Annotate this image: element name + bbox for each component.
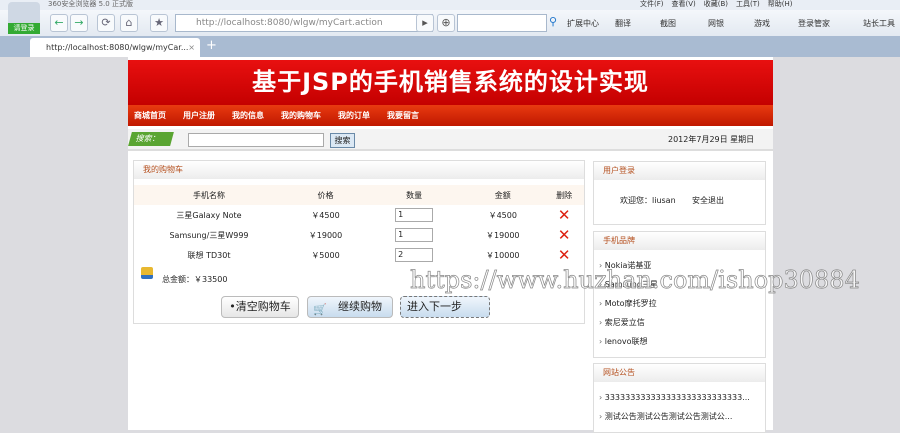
refresh-button[interactable]: ⟳ — [97, 14, 115, 32]
tab-mycart[interactable]: http://localhost:8080/wlgw/myCar... × — [30, 38, 200, 57]
notice-title: 网站公告 — [594, 364, 765, 382]
home-button[interactable]: ⌂ — [120, 14, 138, 32]
menu-tools[interactable]: 工具(T) — [736, 0, 760, 9]
qty-input[interactable]: 2 — [395, 248, 434, 262]
ext-bank[interactable]: 网银 — [708, 18, 724, 29]
cart-total: 总金额：￥33500 — [162, 275, 228, 284]
site-nav: 商城首页 用户注册 我的信息 我的购物车 我的订单 我要留言 — [128, 105, 773, 126]
menu-bar: 文件(F) 查看(V) 收藏(B) 工具(T) 帮助(H) — [640, 0, 793, 9]
watermark: https://www.huzhan.com/ishop30884 — [410, 266, 861, 295]
table-row: 三星Galaxy Note ￥4500 1 ￥4500 ✕ — [134, 205, 584, 225]
back-button[interactable]: ← — [50, 14, 68, 32]
item-name: 联想 TD30t — [187, 250, 231, 260]
qty-input[interactable]: 1 — [395, 208, 434, 222]
brands-panel: 手机品牌 Nokia诺基亚 Samsung三星 Moto摩托罗拉 索尼爱立信 l… — [593, 231, 766, 358]
address-bar[interactable]: http://localhost:8080/wlgw/myCart.action — [175, 14, 433, 32]
title-bar: 360安全浏览器 5.0 正式版 文件(F) 查看(V) 收藏(B) 工具(T)… — [0, 0, 900, 10]
item-price: ￥4500 — [311, 210, 340, 220]
favorite-star-icon[interactable]: ★ — [150, 14, 168, 32]
cart-table: 手机名称 价格 数量 金额 删除 三星Galaxy Note ￥4500 1 ￥450… — [134, 185, 584, 265]
continue-label: 继续购物 — [338, 300, 382, 313]
ext-center[interactable]: 扩展中心 — [567, 18, 599, 29]
item-name: Samsung/三星W999 — [169, 230, 249, 240]
cart-title: 我的购物车 — [134, 161, 584, 179]
nav-my-info[interactable]: 我的信息 — [232, 105, 264, 126]
ext-games[interactable]: 游戏 — [754, 18, 770, 29]
shield-icon[interactable]: ⊕ — [437, 14, 455, 32]
search-button[interactable]: 搜索 — [330, 133, 355, 148]
welcome-text: 欢迎您：liusan — [620, 196, 676, 205]
menu-view[interactable]: 查看(V) — [672, 0, 696, 9]
nav-home[interactable]: 商城首页 — [134, 105, 166, 126]
ext-screenshot[interactable]: 截图 — [660, 18, 676, 29]
brands-title: 手机品牌 — [594, 232, 765, 250]
col-name: 手机名称 — [134, 185, 284, 205]
brand-link[interactable]: lenovo联想 — [594, 332, 765, 351]
delete-icon[interactable]: ✕ — [558, 226, 571, 244]
ext-login-manager[interactable]: 登录管家 — [798, 18, 830, 29]
item-amount: ￥10000 — [486, 250, 520, 260]
menu-file[interactable]: 文件(F) — [640, 0, 664, 9]
item-amount: ￥19000 — [486, 230, 520, 240]
new-tab-button[interactable]: + — [206, 38, 217, 53]
url-text: http://localhost:8080/wlgw/myCart.action — [196, 18, 383, 28]
nav-my-orders[interactable]: 我的订单 — [338, 105, 370, 126]
tab-title: http://localhost:8080/wlgw/myCar... — [46, 43, 189, 52]
col-qty: 数量 — [367, 185, 462, 205]
menu-favorites[interactable]: 收藏(B) — [704, 0, 728, 9]
search-engine-input[interactable] — [457, 14, 547, 32]
search-input[interactable] — [188, 133, 324, 147]
date-display: 2012年7月29日 星期日 — [668, 135, 755, 144]
clear-cart-button[interactable]: •清空购物车 — [221, 296, 299, 318]
avatar[interactable]: 请登录 — [8, 2, 40, 34]
login-panel: 用户登录 欢迎您：liusan 安全退出 — [593, 161, 766, 225]
site-banner: 基于JSP的手机销售系统的设计实现 — [128, 60, 773, 105]
qty-input[interactable]: 1 — [395, 228, 434, 242]
notice-panel: 网站公告 333333333333333333333333333... 测试公告… — [593, 363, 766, 433]
item-amount: ￥4500 — [488, 210, 517, 220]
item-name: 三星Galaxy Note — [176, 210, 242, 220]
next-label: 进入下一步 — [407, 300, 462, 313]
clear-cart-label: •清空购物车 — [229, 300, 291, 313]
next-step-button[interactable]: 进入下一步 — [400, 296, 490, 318]
search-icon[interactable]: ⚲ — [549, 15, 557, 28]
search-label: 搜索： — [128, 132, 174, 146]
notice-link[interactable]: 测试公告测试公告测试公告测试公... — [594, 407, 765, 426]
go-button[interactable]: ▸ — [416, 14, 434, 32]
delete-icon[interactable]: ✕ — [558, 246, 571, 264]
col-amount: 金额 — [461, 185, 545, 205]
login-title: 用户登录 — [594, 162, 765, 180]
nav-my-cart[interactable]: 我的购物车 — [281, 105, 321, 126]
logout-link[interactable]: 安全退出 — [692, 195, 724, 206]
menu-help[interactable]: 帮助(H) — [768, 0, 793, 9]
forward-button[interactable]: → — [70, 14, 88, 32]
continue-shopping-button[interactable]: 🛒 继续购物 — [307, 296, 393, 318]
app-title: 360安全浏览器 5.0 正式版 — [48, 0, 133, 8]
table-header: 手机名称 价格 数量 金额 删除 — [134, 185, 584, 205]
item-price: ￥19000 — [308, 230, 343, 240]
table-row: 联想 TD30t ￥5000 2 ￥10000 ✕ — [134, 245, 584, 265]
brand-link[interactable]: 索尼爱立信 — [594, 313, 765, 332]
cart-icon: 🛒 — [313, 303, 327, 316]
brand-link[interactable]: Moto摩托罗拉 — [594, 294, 765, 313]
nav-register[interactable]: 用户注册 — [183, 105, 215, 126]
total-icon — [141, 267, 153, 279]
close-tab-icon[interactable]: × — [188, 38, 195, 57]
delete-icon[interactable]: ✕ — [558, 206, 571, 224]
table-row: Samsung/三星W999 ￥19000 1 ￥19000 ✕ — [134, 225, 584, 245]
item-price: ￥5000 — [311, 250, 340, 260]
col-delete: 删除 — [544, 185, 584, 205]
col-price: 价格 — [284, 185, 367, 205]
login-label[interactable]: 请登录 — [8, 23, 40, 34]
ext-translate[interactable]: 翻译 — [615, 18, 631, 29]
ext-webmaster[interactable]: 站长工具 — [863, 18, 895, 29]
nav-message[interactable]: 我要留言 — [387, 105, 419, 126]
notice-link[interactable]: 333333333333333333333333333... — [594, 388, 765, 407]
